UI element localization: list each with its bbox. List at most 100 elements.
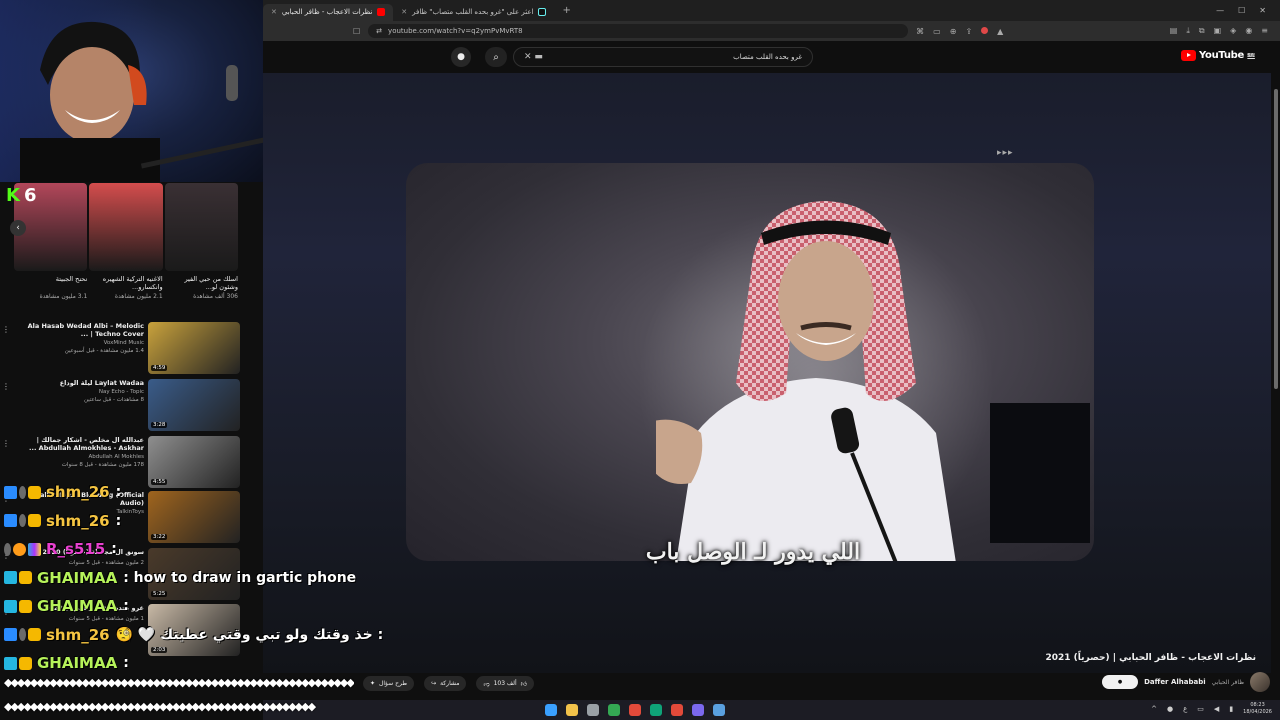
- taskbar-app-icon[interactable]: [545, 704, 557, 716]
- chat-username[interactable]: shm_26: [46, 512, 110, 530]
- page-scrollbar[interactable]: [1274, 89, 1278, 389]
- video-player[interactable]: ▸▸▸ اللي يدور لـ الوصل باب: [263, 73, 1271, 673]
- channel-name-ar[interactable]: ظافر الحبابي: [1212, 679, 1244, 686]
- taskbar-app-icon[interactable]: [629, 704, 641, 716]
- more-options-icon[interactable]: ⋮: [2, 325, 10, 334]
- chat-message: GHAIMAA: how to draw in gartic phone: [0, 564, 360, 593]
- site-info-icon[interactable]: ⇄: [376, 27, 382, 35]
- search-icon[interactable]: ⌕: [485, 47, 507, 67]
- rewards-icon[interactable]: ▲: [997, 27, 1003, 36]
- subscribe-button[interactable]: ●: [1102, 675, 1139, 689]
- chat-badge-icon: [13, 542, 26, 556]
- share-icon[interactable]: ⇪: [965, 27, 972, 36]
- download-icon[interactable]: ⤓: [1186, 26, 1190, 36]
- short-thumbnail[interactable]: [164, 183, 238, 271]
- close-window-icon[interactable]: ✕: [1259, 6, 1266, 15]
- taskbar-app-icon[interactable]: [692, 704, 704, 716]
- pip-icon[interactable]: ▭: [933, 27, 941, 36]
- like-dislike-button[interactable]: 👎︎ 103 ألف 👍︎: [476, 676, 534, 691]
- language-indicator[interactable]: ع: [1183, 705, 1187, 713]
- profile-icon[interactable]: ◉: [1245, 26, 1252, 36]
- player-more-icon[interactable]: ▸▸▸: [997, 148, 1014, 158]
- short-item[interactable]: اسلك من حبي الفير وشئون لو... 306 ألف مشا…: [164, 183, 238, 300]
- taskbar-app-icon[interactable]: [587, 704, 599, 716]
- maximize-icon[interactable]: ☐: [1238, 6, 1245, 15]
- channel-name[interactable]: VoxMind Music: [14, 340, 144, 346]
- video-meta: Laylat Wadaa ليلة الوداع Nay Echo - Topic…: [14, 379, 144, 432]
- channel-name[interactable]: Daffer Alhababi: [1144, 678, 1206, 686]
- search-input[interactable]: غرو بحده القلب متصاب ✕ ▬: [513, 47, 813, 67]
- new-tab-icon[interactable]: +: [554, 5, 578, 16]
- taskbar-app-icon[interactable]: [671, 704, 683, 716]
- taskbar-app-icon[interactable]: [608, 704, 620, 716]
- dislike-icon[interactable]: 👎︎: [483, 680, 489, 688]
- short-thumbnail[interactable]: [89, 183, 163, 271]
- chat-username[interactable]: shm_26: [46, 483, 110, 501]
- logo-text: YouTube: [1199, 50, 1244, 61]
- microphone-icon[interactable]: ●: [1167, 705, 1173, 713]
- youtube-logo[interactable]: YouTube SA: [1181, 50, 1254, 61]
- short-title[interactable]: اسلك من حبي الفير وشئون لو...: [165, 275, 238, 291]
- short-item[interactable]: الاغنيه التركية الشهيره وانكسارو... 2.1 م…: [89, 183, 163, 300]
- channel-name[interactable]: Nay Echo - Topic: [14, 389, 144, 395]
- zoom-icon[interactable]: ⊕: [950, 27, 957, 36]
- vpn-icon[interactable]: ◈: [1230, 26, 1236, 36]
- recommended-video[interactable]: 3:28 Laylat Wadaa ليلة الوداع Nay Echo - T…: [2, 379, 240, 432]
- video-title[interactable]: Laylat Wadaa ليلة الوداع: [14, 379, 144, 387]
- translate-icon[interactable]: ⌘: [916, 27, 924, 36]
- singer-figure: [656, 201, 956, 561]
- tab-tiktok[interactable]: اعثر على "غرو بحده القلب متصاب" ظافر ✕: [393, 4, 554, 21]
- share-button[interactable]: ↪ مشاركة: [424, 676, 467, 691]
- brave-shield-icon[interactable]: [981, 26, 989, 36]
- video-thumbnail[interactable]: 4:59: [148, 322, 240, 374]
- chat-username[interactable]: shm_26: [46, 626, 110, 644]
- battery-icon[interactable]: ▮: [1229, 705, 1233, 713]
- url-text: youtube.com/watch?v=q2ymPvMvRT8: [388, 27, 523, 35]
- recommended-video[interactable]: 4:59 Ala Hasab Wedad Albi – Melodic Techn…: [2, 322, 240, 375]
- window-controls: — ☐ ✕: [1216, 6, 1280, 15]
- guide-menu-icon[interactable]: ≡: [1246, 49, 1256, 63]
- channel-name[interactable]: Abdullah Al Mokhles: [14, 454, 145, 460]
- chat-badge-icon: [19, 485, 26, 499]
- video-title[interactable]: Ala Hasab Wedad Albi – Melodic Techno Co…: [14, 322, 144, 338]
- chat-text: :: [115, 484, 122, 501]
- video-thumbnail[interactable]: 3:28: [148, 379, 240, 431]
- video-title[interactable]: عبدالله ال مخلص - اشكار جمالك | Abdullah…: [14, 436, 144, 452]
- video-views: 178 مليون مشاهدة - قبل 8 سنوات: [61, 462, 144, 468]
- chat-spam-line: ◆◆◆◆◆◆◆◆◆◆◆◆◆◆◆◆◆◆◆◆◆◆◆◆◆◆◆◆◆◆◆◆◆◆◆◆◆◆◆◆…: [4, 700, 316, 713]
- channel-avatar[interactable]: [1250, 672, 1270, 692]
- chat-username[interactable]: GHAIMAA: [37, 654, 117, 672]
- menu-icon[interactable]: ≡: [1261, 26, 1268, 36]
- sidebar-icon[interactable]: ▤: [1170, 26, 1178, 36]
- chat-username[interactable]: R_s515: [46, 540, 105, 558]
- clear-search-icon[interactable]: ✕ ▬: [524, 52, 543, 62]
- network-icon[interactable]: ▭: [1197, 705, 1204, 713]
- volume-icon[interactable]: ◀: [1214, 705, 1219, 713]
- taskbar-app-icon[interactable]: [713, 704, 725, 716]
- more-options-icon[interactable]: ⋮: [2, 439, 10, 448]
- tray-overflow-icon[interactable]: ^: [1151, 705, 1157, 713]
- chat-username[interactable]: GHAIMAA: [37, 597, 117, 615]
- clock[interactable]: 08:23 18/04/2026: [1243, 702, 1272, 716]
- close-tab-icon[interactable]: ✕: [401, 8, 407, 16]
- short-title[interactable]: الاغنيه التركية الشهيره وانكسارو...: [89, 275, 163, 291]
- tab-youtube[interactable]: نظرات الاعجاب - ظافر الحبابي ✕: [263, 3, 394, 21]
- short-title[interactable]: نحنح الجبيتة: [14, 275, 88, 291]
- minimize-icon[interactable]: —: [1216, 6, 1224, 15]
- taskbar-app-icon[interactable]: [566, 704, 578, 716]
- bookmark-icon[interactable]: ☐: [353, 27, 360, 36]
- video-title: نظرات الاعجاب - ظافر الحبابي | (حصرياً) …: [1045, 653, 1256, 663]
- extensions-icon[interactable]: ⧉: [1199, 26, 1205, 36]
- url-field[interactable]: ⇄ youtube.com/watch?v=q2ymPvMvRT8: [368, 24, 909, 38]
- wallet-icon[interactable]: ▣: [1214, 26, 1222, 36]
- like-icon[interactable]: 👍︎: [521, 680, 527, 688]
- taskbar-app-icon[interactable]: [650, 704, 662, 716]
- voice-search-icon[interactable]: ●: [451, 47, 471, 67]
- more-options-icon[interactable]: ⋮: [2, 382, 10, 391]
- ask-button[interactable]: ✦ طرح سؤال: [363, 676, 415, 691]
- close-tab-icon[interactable]: ✕: [271, 8, 277, 16]
- shorts-prev-icon[interactable]: ‹: [10, 220, 26, 236]
- chat-message: R_s515:: [0, 535, 360, 564]
- chat-username[interactable]: GHAIMAA: [37, 569, 117, 587]
- taskbar: ^ ● ع ▭ ◀ ▮ 08:23 18/04/2026: [263, 700, 1280, 720]
